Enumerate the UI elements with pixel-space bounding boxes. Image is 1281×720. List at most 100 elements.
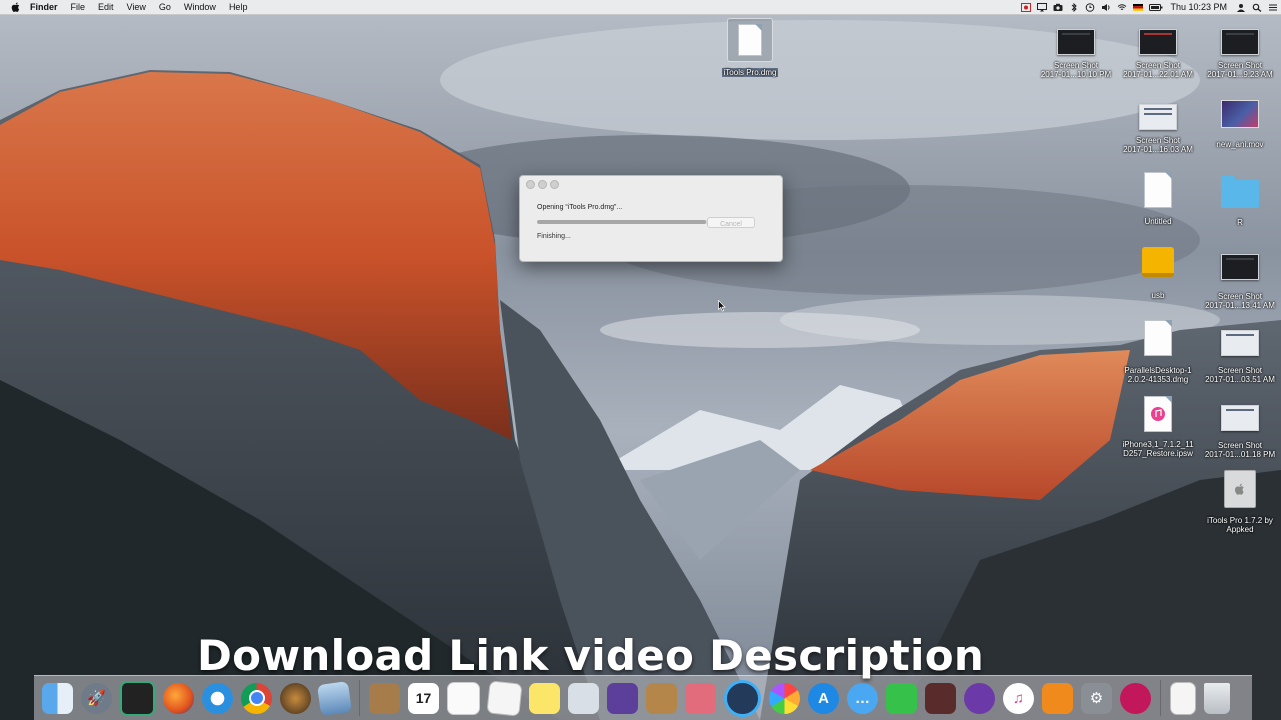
menu-edit[interactable]: Edit bbox=[98, 0, 114, 14]
menu-window[interactable]: Window bbox=[184, 0, 216, 14]
opening-dmg-dialog: Opening “iTools Pro.dmg”... Cancel Finis… bbox=[519, 175, 783, 262]
menu-help[interactable]: Help bbox=[229, 0, 248, 14]
menu-go[interactable]: Go bbox=[159, 0, 171, 14]
battery-icon[interactable] bbox=[1149, 3, 1163, 12]
desktop-icon-ipsw[interactable]: iPhone3,1_7.1.2_11 D257_Restore.ipsw bbox=[1120, 396, 1196, 458]
text-document-icon bbox=[1144, 172, 1172, 208]
screenshot-thumbnail-icon bbox=[1139, 104, 1177, 130]
app-store-icon[interactable]: A bbox=[808, 682, 839, 714]
photos-icon[interactable] bbox=[769, 682, 800, 714]
trash-icon[interactable] bbox=[1204, 682, 1230, 714]
minimize-button[interactable] bbox=[538, 180, 547, 189]
screenshot-thumbnail-icon bbox=[1057, 29, 1095, 55]
zoom-button[interactable] bbox=[550, 180, 559, 189]
list-icon[interactable] bbox=[1268, 3, 1278, 12]
disk-image-icon bbox=[727, 18, 773, 62]
menu-clock[interactable]: Thu 10:23 PM bbox=[1170, 2, 1227, 12]
progress-bar bbox=[537, 220, 715, 224]
status-label: Finishing... bbox=[537, 233, 571, 240]
firefox-icon[interactable] bbox=[163, 682, 194, 714]
calendar-day: 17 bbox=[415, 690, 432, 706]
desktop-icon-itools-dmg[interactable]: iTools Pro.dmg bbox=[712, 18, 788, 80]
video-caption-overlay: Download Link video Description bbox=[197, 631, 985, 680]
desktop-icon-screenshot-7[interactable]: Screen Shot 2017-01...01.18 PM bbox=[1202, 405, 1278, 459]
usb-drive-icon bbox=[1142, 247, 1174, 277]
desktop-icon-usb[interactable]: usb bbox=[1120, 247, 1196, 300]
desktop-icon-new-ani-mov[interactable]: new_ani.mov bbox=[1202, 100, 1278, 149]
flag-icon[interactable] bbox=[1133, 3, 1144, 12]
time-machine-icon[interactable] bbox=[1085, 2, 1095, 12]
cancel-button[interactable]: Cancel bbox=[707, 217, 755, 228]
screenshot-thumbnail-icon bbox=[1139, 29, 1177, 55]
dialog-titlebar bbox=[520, 176, 782, 190]
quicktime-icon[interactable] bbox=[724, 679, 761, 717]
mission-control-icon[interactable] bbox=[120, 680, 155, 716]
finder-icon[interactable] bbox=[42, 682, 73, 714]
desktop-icon-screenshot-3[interactable]: Screen Shot 2017-01...9.23 AM bbox=[1202, 29, 1278, 79]
contacts-icon[interactable] bbox=[369, 682, 400, 714]
photo-app-icon[interactable] bbox=[925, 682, 956, 714]
textedit-icon[interactable] bbox=[486, 679, 523, 717]
user-icon[interactable] bbox=[1236, 3, 1246, 12]
dock-separator bbox=[359, 680, 360, 716]
itunes-icon[interactable]: ♫ bbox=[1003, 682, 1034, 714]
desktop-icon-screenshot-2[interactable]: Screen Shot 2017-01...22.01 AM bbox=[1120, 29, 1196, 79]
desktop-icon-parallels-dmg[interactable]: ParallelsDesktop-1 2.0.2-41353.dmg bbox=[1120, 320, 1196, 384]
dock: 🚀 ➤ 17 A … ♫ ⚙ bbox=[34, 675, 1252, 720]
menu-bar: Finder File Edit View Go Window Help Thu… bbox=[0, 0, 1281, 15]
preview-icon[interactable] bbox=[316, 680, 353, 716]
messages-icon[interactable]: … bbox=[847, 682, 878, 714]
desktop-icon-screenshot-6[interactable]: Screen Shot 2017-01...03.51 AM bbox=[1202, 330, 1278, 384]
system-preferences-icon[interactable]: ⚙ bbox=[1081, 682, 1112, 714]
status-area: Thu 10:23 PM bbox=[1018, 0, 1281, 14]
desktop-icon-screenshot-4[interactable]: Screen Shot 2017-01...16.03 AM bbox=[1120, 104, 1196, 154]
search-icon[interactable] bbox=[1252, 3, 1262, 12]
close-button[interactable] bbox=[526, 180, 535, 189]
facetime-icon[interactable] bbox=[886, 682, 917, 714]
progress-fill bbox=[537, 220, 707, 224]
menu-view[interactable]: View bbox=[127, 0, 146, 14]
launchpad-icon[interactable]: 🚀 bbox=[81, 682, 112, 714]
music-note-icon bbox=[1151, 407, 1165, 421]
reminders-icon[interactable] bbox=[447, 681, 480, 715]
volume-icon[interactable] bbox=[1101, 3, 1111, 12]
screenshot-thumbnail-icon bbox=[1221, 330, 1259, 356]
safari-icon[interactable]: ➤ bbox=[202, 682, 233, 714]
camera-icon[interactable] bbox=[1053, 3, 1063, 12]
movie-file-icon bbox=[1221, 100, 1259, 128]
archive-utility-icon[interactable] bbox=[646, 682, 677, 714]
imovie-icon[interactable] bbox=[607, 682, 638, 714]
photo-booth-icon[interactable] bbox=[568, 682, 599, 714]
desktop-icon-itools-app[interactable]: iTools Pro 1.7.2 by Appked bbox=[1202, 470, 1278, 534]
folder-icon bbox=[1221, 176, 1259, 208]
wifi-icon[interactable] bbox=[1117, 3, 1127, 12]
screen-record-icon[interactable] bbox=[1021, 2, 1032, 12]
notes-icon[interactable] bbox=[529, 682, 560, 714]
opening-label: Opening “iTools Pro.dmg”... bbox=[537, 204, 623, 211]
screenshot-thumbnail-icon bbox=[1221, 29, 1259, 55]
wifi-app-icon[interactable] bbox=[1120, 682, 1151, 714]
desktop-icon-untitled[interactable]: Untitled bbox=[1120, 172, 1196, 226]
desktop-icon-screenshot-5[interactable]: Screen Shot 2017-01...13.41 AM bbox=[1202, 254, 1278, 310]
calendar-icon[interactable]: 17 bbox=[408, 682, 439, 714]
app-icon[interactable] bbox=[280, 682, 311, 714]
apple-menu-icon[interactable] bbox=[10, 1, 22, 13]
screenshot-thumbnail-icon bbox=[1221, 254, 1259, 280]
documents-icon[interactable] bbox=[1170, 681, 1196, 715]
apple-installer-icon bbox=[1224, 470, 1256, 508]
chrome-icon[interactable] bbox=[241, 682, 272, 714]
disk-image-icon bbox=[1144, 320, 1172, 356]
mouse-pointer-icon bbox=[718, 300, 726, 312]
dock-separator bbox=[1160, 680, 1161, 716]
menu-file[interactable]: File bbox=[71, 0, 86, 14]
bluetooth-icon[interactable] bbox=[1069, 2, 1079, 12]
ipsw-file-icon bbox=[1144, 396, 1172, 432]
mac-app-icon[interactable] bbox=[685, 682, 716, 714]
desktop-icon-screenshot-1[interactable]: Screen Shot 2017-01...10.10 PM bbox=[1038, 29, 1114, 79]
menu-finder[interactable]: Finder bbox=[30, 0, 58, 14]
ibooks-icon[interactable] bbox=[1042, 682, 1073, 714]
desktop-wallpaper bbox=[0, 0, 1281, 720]
desktop-icon-folder-r[interactable]: R bbox=[1202, 176, 1278, 227]
network-icon[interactable] bbox=[964, 682, 995, 714]
mirroring-icon[interactable] bbox=[1037, 2, 1048, 12]
